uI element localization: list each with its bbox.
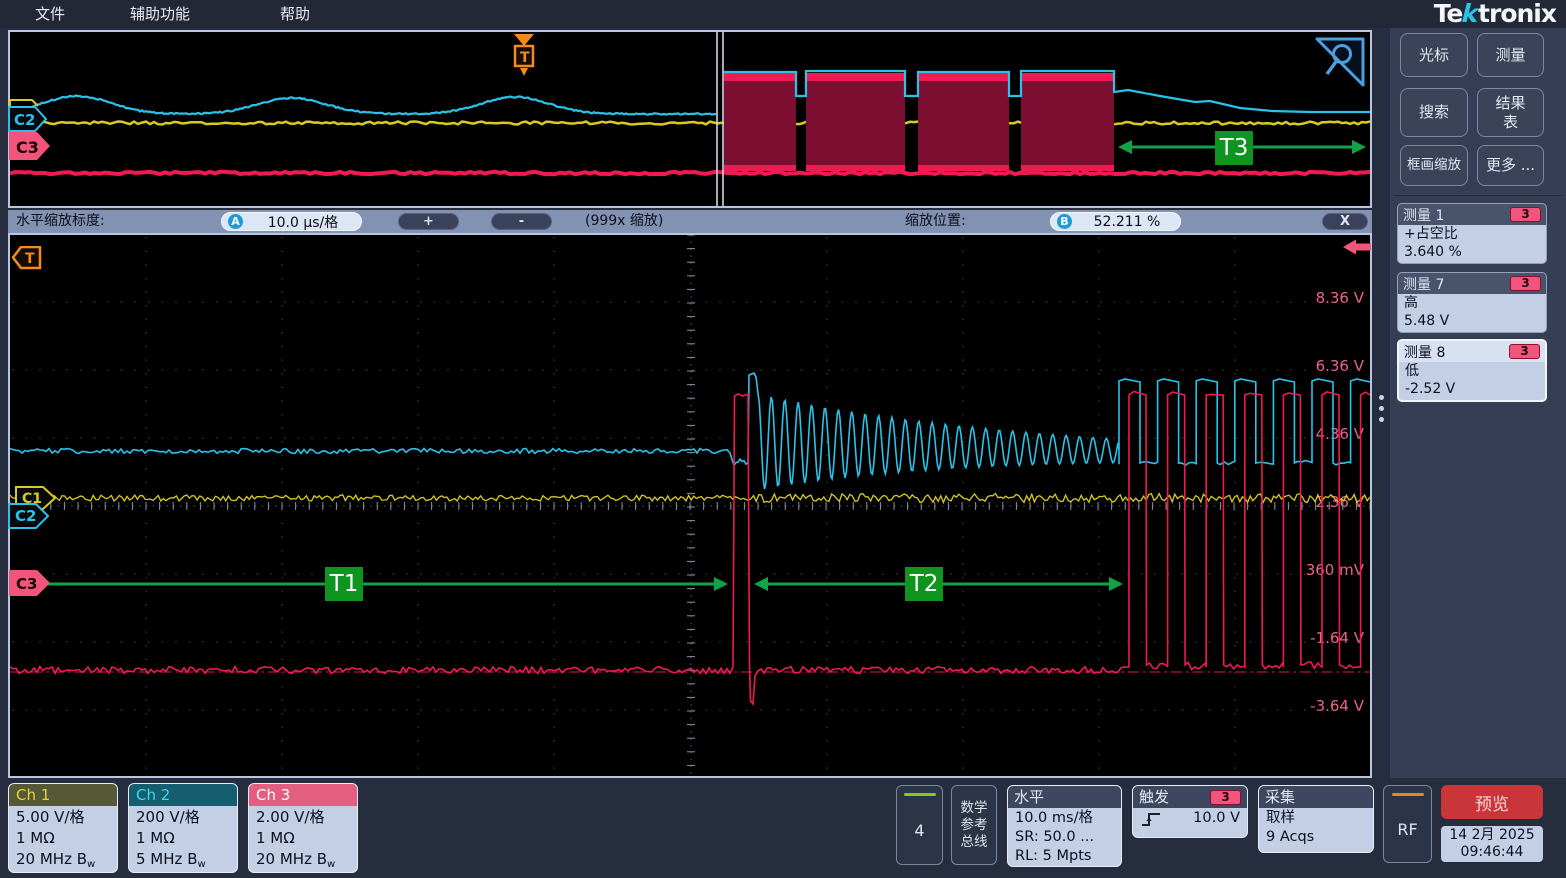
main-waveform-canvas — [10, 235, 1370, 776]
rising-edge-icon — [1140, 810, 1162, 828]
channel-4-button[interactable]: 4 — [896, 785, 943, 865]
svg-text:C2: C2 — [14, 111, 35, 129]
overview-strip: C2 C3 T T3 — [8, 30, 1372, 208]
measurement-source-badge: 3 — [1509, 344, 1540, 359]
ov-ch1-trace — [10, 122, 1370, 125]
channel-scale: 5.00 V/格 — [16, 807, 110, 828]
t1-annotation-label: T1 — [325, 567, 363, 601]
menu-item-file[interactable]: 文件 — [35, 0, 65, 28]
menu-item-utility[interactable]: 辅助功能 — [130, 0, 190, 28]
results-table-button[interactable]: 结果表 — [1477, 88, 1544, 137]
trigger-tag[interactable]: T — [12, 246, 42, 270]
c3-marker[interactable]: C3 — [8, 569, 52, 597]
measurement-name: +占空比 — [1404, 225, 1540, 243]
time-text: 09:46:44 — [1441, 844, 1543, 861]
channel-badge-ch1[interactable]: Ch 1 5.00 V/格1 MΩ20 MHz Bw — [8, 783, 118, 873]
knob-a-badge: A — [228, 214, 243, 229]
measurement-value: 3.640 % — [1404, 243, 1540, 261]
oscilloscope-screen: 文件 辅助功能 帮助 Tektronix C2 C3 T T3 — [0, 0, 1566, 878]
box-zoom-button[interactable]: 框画缩放 — [1400, 145, 1468, 186]
measurement-source-badge: 3 — [1510, 207, 1541, 222]
zoom-magnifier-icon[interactable] — [1313, 35, 1367, 89]
channel-impedance: 1 MΩ — [16, 828, 110, 849]
zoom-scale-value[interactable]: A 10.0 µs/格 — [221, 212, 362, 231]
date-text: 14 2月 2025 — [1441, 827, 1543, 844]
rf-button[interactable]: RF — [1383, 785, 1432, 863]
t2-annotation-label: T2 — [905, 567, 943, 601]
panel-drag-handle[interactable] — [1377, 395, 1385, 428]
preview-button[interactable]: 预览 — [1441, 785, 1543, 819]
tektronix-logo: Tektronix — [1434, 0, 1556, 28]
channel-name: Ch 1 — [9, 784, 117, 806]
trigger-level: 10.0 V — [1193, 809, 1240, 828]
bottom-bar: Ch 1 5.00 V/格1 MΩ20 MHz Bw Ch 2 200 V/格1… — [0, 780, 1566, 878]
channel-scale: 2.00 V/格 — [256, 807, 350, 828]
channel-badge-ch3[interactable]: Ch 3 2.00 V/格1 MΩ20 MHz Bw — [248, 783, 358, 873]
svg-text:C3: C3 — [16, 575, 37, 593]
measure-button[interactable]: 测量 — [1477, 33, 1544, 77]
zoom-out-button[interactable]: - — [491, 213, 552, 230]
datetime-display: 14 2月 2025 09:46:44 — [1441, 826, 1543, 862]
zoom-in-button[interactable]: + — [398, 213, 459, 230]
channel-badge-ch2[interactable]: Ch 2 200 V/格1 MΩ5 MHz Bw — [128, 783, 238, 873]
panel-divider — [1394, 195, 1562, 196]
zoom-scale-label: 水平缩放标度: — [16, 210, 105, 233]
ch2-waveform — [10, 373, 1370, 489]
zoom-position-label: 缩放位置: — [905, 210, 966, 233]
channel-name: Ch 2 — [129, 784, 237, 806]
channel-bandwidth: 5 MHz Bw — [136, 849, 230, 873]
zoom-close-button[interactable]: X — [1322, 213, 1368, 230]
overview-waveform-canvas — [10, 32, 1370, 206]
main-graticule: 8.36 V 6.36 V 4.36 V 2.36 V 360 mV -1.64… — [8, 233, 1372, 778]
svg-text:T: T — [520, 50, 530, 66]
trigger-badge[interactable]: 触发3 10.0 V — [1132, 785, 1248, 838]
ov-ch3-trace — [10, 172, 1370, 174]
search-button[interactable]: 搜索 — [1400, 88, 1468, 137]
zoom-position-value[interactable]: B 52.211 % — [1050, 212, 1181, 231]
horizontal-badge[interactable]: 水平 10.0 ms/格SR: 50.0 ...RL: 5 Mpts — [1007, 785, 1122, 867]
ch1-waveform — [10, 494, 1370, 503]
measurement-title: 测量 1 — [1403, 205, 1444, 225]
measurement-value: -2.52 V — [1405, 380, 1539, 398]
svg-text:T: T — [25, 251, 35, 267]
more-button[interactable]: 更多 ... — [1477, 145, 1544, 186]
measurement-title: 测量 7 — [1403, 274, 1444, 294]
trigger-position-marker[interactable]: T — [512, 33, 536, 77]
c2-marker[interactable]: C2 — [8, 503, 50, 529]
trigger-level-arrow[interactable] — [1342, 238, 1372, 256]
menu-item-help[interactable]: 帮助 — [280, 0, 310, 28]
t3-annotation-label: T3 — [1215, 131, 1253, 165]
svg-text:C3: C3 — [16, 138, 39, 157]
c3-marker-overview[interactable]: C3 — [8, 131, 52, 161]
zoom-factor-label: (999x 缩放) — [585, 210, 663, 233]
cursors-button[interactable]: 光标 — [1400, 33, 1468, 77]
measurement-name: 低 — [1405, 362, 1539, 380]
channel-scale: 200 V/格 — [136, 807, 230, 828]
svg-text:C2: C2 — [15, 507, 36, 525]
channel-impedance: 1 MΩ — [256, 828, 350, 849]
channel-bandwidth: 20 MHz Bw — [256, 849, 350, 873]
zoom-control-bar: 水平缩放标度: A 10.0 µs/格 + - (999x 缩放) 缩放位置: … — [8, 210, 1372, 233]
measurement-title: 测量 8 — [1404, 342, 1445, 362]
measurement-value: 5.48 V — [1404, 312, 1540, 330]
math-ref-bus-button[interactable]: 数学参考总线 — [951, 785, 997, 865]
measurement-name: 高 — [1404, 294, 1540, 312]
knob-b-badge: B — [1057, 214, 1072, 229]
measurement-card-7[interactable]: 测量 7 3 高5.48 V — [1397, 272, 1547, 333]
measurement-card-8[interactable]: 测量 8 3 低-2.52 V — [1397, 339, 1547, 402]
channel-bandwidth: 20 MHz Bw — [16, 849, 110, 873]
channel-name: Ch 3 — [249, 784, 357, 806]
measurement-card-1[interactable]: 测量 1 3 +占空比3.640 % — [1397, 203, 1547, 264]
side-panel: 光标 测量 搜索 结果表 框画缩放 更多 ... 测量 1 3 +占空比3.640… — [1390, 28, 1566, 778]
ov-ch2-trace — [10, 95, 716, 114]
menu-bar: 文件 辅助功能 帮助 Tektronix — [0, 0, 1566, 28]
measurement-source-badge: 3 — [1510, 276, 1541, 291]
acquisition-badge[interactable]: 采集 取样9 Acqs — [1258, 785, 1374, 853]
trigger-source-badge: 3 — [1210, 790, 1241, 805]
c2-marker-overview[interactable]: C2 — [8, 106, 48, 132]
channel-impedance: 1 MΩ — [136, 828, 230, 849]
